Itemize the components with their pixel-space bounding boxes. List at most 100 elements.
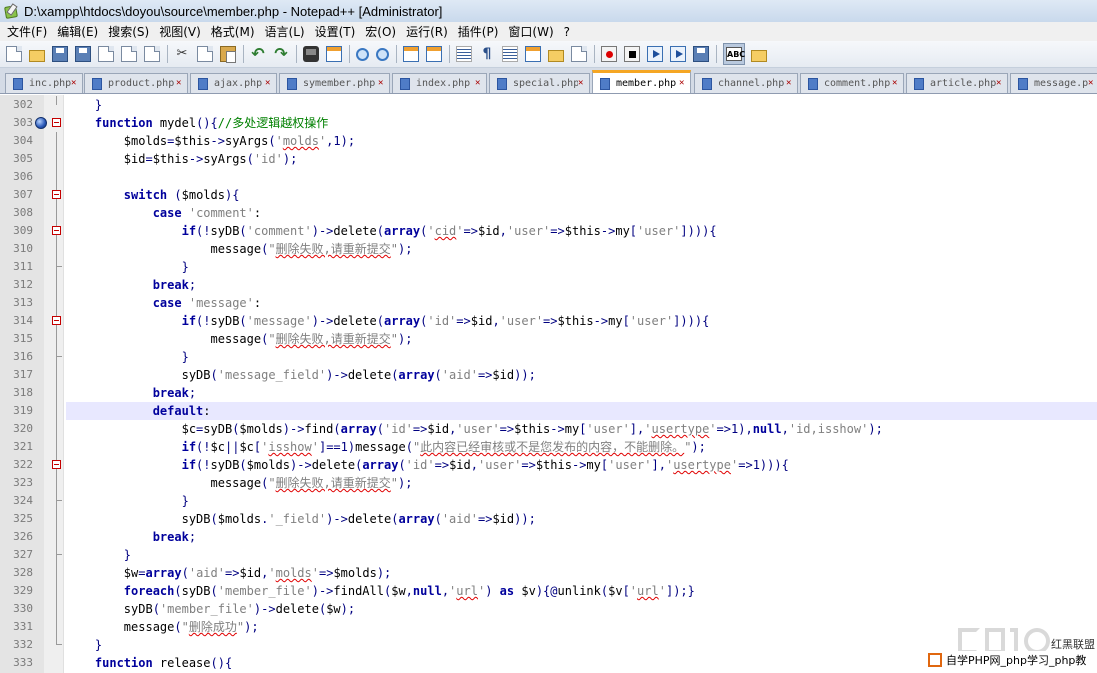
function-list-icon[interactable] bbox=[571, 46, 587, 62]
run-macro-multiple-icon[interactable] bbox=[670, 46, 686, 62]
tab-close-icon[interactable]: ✕ bbox=[679, 79, 688, 88]
code-line[interactable]: 319 default: bbox=[0, 402, 1097, 420]
tab-close-icon[interactable]: ✕ bbox=[1088, 79, 1097, 88]
new-file-icon[interactable] bbox=[6, 46, 22, 62]
save-all-icon[interactable] bbox=[75, 46, 91, 62]
menu-item-0[interactable]: 文件(F) bbox=[4, 23, 54, 40]
menu-item-11[interactable]: ? bbox=[561, 25, 577, 39]
tab-close-icon[interactable]: ✕ bbox=[475, 79, 484, 88]
code-line[interactable]: 304 $molds=$this->syArgs('molds',1); bbox=[0, 132, 1097, 150]
menu-item-6[interactable]: 设置(T) bbox=[312, 23, 363, 40]
close-icon[interactable] bbox=[98, 46, 114, 62]
code-line[interactable]: 320 $c=syDB($molds)->find(array('id'=>$i… bbox=[0, 420, 1097, 438]
tab-close-icon[interactable]: ✕ bbox=[378, 79, 387, 88]
word-wrap-icon[interactable] bbox=[456, 46, 472, 62]
code-line[interactable]: 325 syDB($molds.'_field')->delete(array(… bbox=[0, 510, 1097, 528]
plugin-icon[interactable] bbox=[751, 50, 767, 62]
tab-close-icon[interactable]: ✕ bbox=[578, 79, 587, 88]
redo-icon[interactable]: ↷ bbox=[273, 46, 289, 62]
user-language-icon[interactable] bbox=[525, 46, 541, 62]
record-macro-icon[interactable] bbox=[601, 46, 617, 62]
tab-close-icon[interactable]: ✕ bbox=[71, 79, 80, 88]
code-line[interactable]: 317 syDB('message_field')->delete(array(… bbox=[0, 366, 1097, 384]
replace-icon[interactable] bbox=[326, 46, 342, 62]
code-line[interactable]: 306 bbox=[0, 168, 1097, 186]
tab-close-icon[interactable]: ✕ bbox=[176, 79, 185, 88]
cut-icon[interactable]: ✂ bbox=[174, 46, 190, 62]
tab-close-icon[interactable]: ✕ bbox=[892, 79, 901, 88]
fold-toggle-icon[interactable] bbox=[52, 190, 61, 199]
undo-icon[interactable]: ↶ bbox=[250, 46, 266, 62]
code-line[interactable]: 315 message("删除失败,请重新提交"); bbox=[0, 330, 1097, 348]
code-line[interactable]: 308 case 'comment': bbox=[0, 204, 1097, 222]
save-icon[interactable] bbox=[52, 46, 68, 62]
code-line[interactable]: 327 } bbox=[0, 546, 1097, 564]
tab-channel-php[interactable]: channel.php ✕ bbox=[694, 73, 798, 93]
stop-record-icon[interactable] bbox=[624, 46, 640, 62]
close-all-icon[interactable] bbox=[121, 46, 137, 62]
tab-special-php[interactable]: special.php ✕ bbox=[489, 73, 590, 93]
code-line[interactable]: 316 } bbox=[0, 348, 1097, 366]
zoom-out-icon[interactable] bbox=[376, 47, 389, 61]
play-macro-icon[interactable] bbox=[647, 46, 663, 62]
fold-toggle-icon[interactable] bbox=[52, 460, 61, 469]
tab-close-icon[interactable]: ✕ bbox=[996, 79, 1005, 88]
code-line[interactable]: 305 $id=$this->syArgs('id'); bbox=[0, 150, 1097, 168]
tab-message-php[interactable]: message.php✕ bbox=[1010, 73, 1097, 93]
zoom-in-icon[interactable] bbox=[356, 47, 369, 61]
code-line[interactable]: 328 $w=array('aid'=>$id,'molds'=>$molds)… bbox=[0, 564, 1097, 582]
save-macro-icon[interactable] bbox=[693, 46, 709, 62]
menu-item-5[interactable]: 语言(L) bbox=[262, 23, 312, 40]
fold-toggle-icon[interactable] bbox=[52, 118, 61, 127]
code-editor[interactable]: 302 } 303 function mydel(){//多处逻辑越权操作 304 … bbox=[0, 95, 1097, 673]
code-line[interactable]: 314 if(!syDB('message')->delete(array('i… bbox=[0, 312, 1097, 330]
code-line[interactable]: 307 switch ($molds){ bbox=[0, 186, 1097, 204]
menu-item-2[interactable]: 搜索(S) bbox=[105, 23, 156, 40]
code-line[interactable]: 311 } bbox=[0, 258, 1097, 276]
code-line[interactable]: 329 foreach(syDB('member_file')->findAll… bbox=[0, 582, 1097, 600]
bookmark-icon[interactable] bbox=[35, 117, 47, 129]
code-line[interactable]: 312 break; bbox=[0, 276, 1097, 294]
code-line[interactable]: 330 syDB('member_file')->delete($w); bbox=[0, 600, 1097, 618]
code-line[interactable]: 310 message("删除失败,请重新提交"); bbox=[0, 240, 1097, 258]
tab-member-php[interactable]: member.php ✕ bbox=[592, 70, 691, 93]
find-icon[interactable] bbox=[303, 46, 319, 62]
spell-check-button[interactable]: ABC bbox=[723, 43, 745, 65]
code-line[interactable]: 318 break; bbox=[0, 384, 1097, 402]
code-line[interactable]: 322 if(!syDB($molds)->delete(array('id'=… bbox=[0, 456, 1097, 474]
tab-close-icon[interactable]: ✕ bbox=[786, 79, 795, 88]
sync-vertical-icon[interactable] bbox=[403, 46, 419, 62]
paste-icon[interactable] bbox=[220, 46, 236, 63]
tab-inc-php[interactable]: inc.php ✕ bbox=[5, 73, 83, 93]
code-line[interactable]: 313 case 'message': bbox=[0, 294, 1097, 312]
fold-toggle-icon[interactable] bbox=[52, 226, 61, 235]
doc-map-icon[interactable] bbox=[548, 50, 564, 62]
sync-horizontal-icon[interactable] bbox=[426, 46, 442, 62]
tab-index-php[interactable]: index.php ✕ bbox=[392, 73, 487, 93]
tab-comment-php[interactable]: comment.php ✕ bbox=[800, 73, 904, 93]
menu-item-7[interactable]: 宏(O) bbox=[362, 23, 403, 40]
code-line[interactable]: 324 } bbox=[0, 492, 1097, 510]
fold-toggle-icon[interactable] bbox=[52, 316, 61, 325]
print-icon[interactable] bbox=[144, 46, 160, 62]
open-file-icon[interactable] bbox=[29, 50, 45, 62]
code-line[interactable]: 331 message("删除成功"); bbox=[0, 618, 1097, 636]
tab-ajax-php[interactable]: ajax.php ✕ bbox=[190, 73, 277, 93]
tab-symember-php[interactable]: symember.php ✕ bbox=[279, 73, 390, 93]
code-line[interactable]: 323 message("删除失败,请重新提交"); bbox=[0, 474, 1097, 492]
code-line[interactable]: 302 } bbox=[0, 96, 1097, 114]
tab-product-php[interactable]: product.php ✕ bbox=[84, 73, 188, 93]
tab-close-icon[interactable]: ✕ bbox=[265, 79, 274, 88]
tab-article-php[interactable]: article.php ✕ bbox=[906, 73, 1008, 93]
menu-item-4[interactable]: 格式(M) bbox=[208, 23, 262, 40]
menu-item-3[interactable]: 视图(V) bbox=[156, 23, 208, 40]
menu-item-10[interactable]: 窗口(W) bbox=[505, 23, 560, 40]
code-line[interactable]: 309 if(!syDB('comment')->delete(array('c… bbox=[0, 222, 1097, 240]
copy-icon[interactable] bbox=[197, 46, 213, 62]
code-line[interactable]: 321 if(!$c||$c['isshow']==1)message("此内容… bbox=[0, 438, 1097, 456]
menu-item-8[interactable]: 运行(R) bbox=[403, 23, 455, 40]
code-line[interactable]: 326 break; bbox=[0, 528, 1097, 546]
code-line[interactable]: 303 function mydel(){//多处逻辑越权操作 bbox=[0, 114, 1097, 132]
menu-item-9[interactable]: 插件(P) bbox=[455, 23, 506, 40]
menu-item-1[interactable]: 编辑(E) bbox=[54, 23, 105, 40]
